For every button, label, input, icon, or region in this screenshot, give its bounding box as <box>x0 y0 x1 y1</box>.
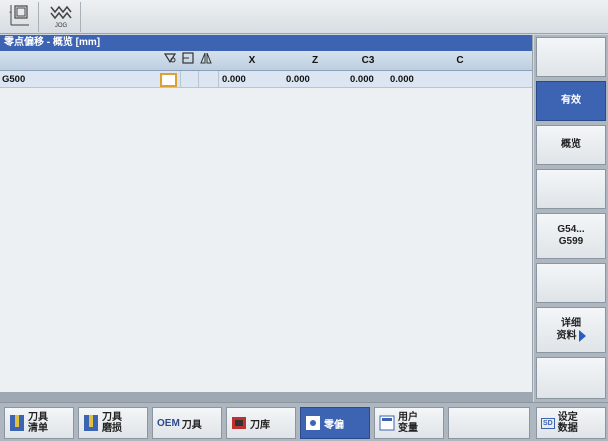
softkey-tool-list[interactable]: 刀具 清单 <box>4 407 74 439</box>
softkey-g54-label: G54... <box>557 224 585 235</box>
softkey-user-variables[interactable]: 用户 变量 <box>374 407 444 439</box>
table-header: X Z C3 C <box>0 51 532 71</box>
softkey-active[interactable]: 有效 <box>536 81 606 121</box>
table-row[interactable]: G500 0.000 0.000 0.000 0.000 <box>0 71 532 88</box>
right-softkey-bar: 有效 概览 G54... G599 详细 资料 <box>534 35 608 402</box>
work-offset-label: 零偏 <box>324 419 344 431</box>
softkey-tool-wear[interactable]: 刀具 磨损 <box>78 407 148 439</box>
softkey-setting-data[interactable]: SD 设定 数据 <box>536 407 606 439</box>
softkey-r1[interactable] <box>536 37 606 77</box>
coarse-offset-icon <box>180 51 196 71</box>
page-title: 零点偏移 - 概览 [mm] <box>0 35 532 51</box>
user-variables-line2: 变量 <box>398 423 418 434</box>
setting-data-line2: 数据 <box>557 423 578 434</box>
tool-list-line1: 刀具 <box>28 412 48 423</box>
softkey-oem-tool[interactable]: OEM 刀具 <box>152 407 222 439</box>
user-variables-line1: 用户 <box>398 412 418 423</box>
tool-wear-line1: 刀具 <box>102 412 122 423</box>
softkey-details-line2: 资料 <box>557 329 586 343</box>
col-z: Z <box>311 55 319 66</box>
softkey-r8[interactable] <box>536 357 606 399</box>
machine-axis-icon[interactable]: ⌄ <box>6 3 32 31</box>
magazine-label: 刀库 <box>250 419 270 431</box>
softkey-work-offset[interactable]: 零偏 <box>300 407 370 439</box>
svg-text:⌄: ⌄ <box>8 9 13 15</box>
tool-wear-icon <box>84 415 98 431</box>
softkey-details[interactable]: 详细 资料 <box>536 307 606 353</box>
chevron-right-icon <box>578 329 586 342</box>
jog-label: JOG <box>54 23 68 29</box>
softkey-g54-g599[interactable]: G54... G599 <box>536 213 606 259</box>
selected-cell[interactable] <box>160 73 177 87</box>
main-panel: 零点偏移 - 概览 [mm] X Z C3 C G500 0.000 0.000 <box>0 35 533 402</box>
mirror-icon <box>198 51 214 71</box>
softkey-active-label: 有效 <box>561 95 581 106</box>
oem-tool-label: 刀具 <box>181 419 202 431</box>
tool-offset-icon <box>162 51 178 71</box>
sd-prefix: SD <box>541 417 555 429</box>
jog-mode-icon[interactable]: JOG <box>48 3 74 31</box>
user-variables-icon <box>379 415 395 431</box>
softkey-bottom-7[interactable] <box>448 407 530 439</box>
softkey-magazine[interactable]: 刀库 <box>226 407 296 439</box>
col-x: X <box>248 55 256 66</box>
softkey-r6[interactable] <box>536 263 606 303</box>
col-c: C <box>456 55 464 66</box>
tool-wear-line2: 磨损 <box>102 423 122 434</box>
bottom-softkey-bar: 刀具 清单 刀具 磨损 OEM 刀具 刀库 零偏 用户 变量 SD 设定 数据 <box>0 402 608 441</box>
row-x-value[interactable]: 0.000 <box>222 71 246 88</box>
softkey-details-line1: 详细 <box>561 317 581 329</box>
horizontal-scrollbar[interactable] <box>0 392 533 402</box>
softkey-g599-label: G599 <box>558 236 584 247</box>
window: ⌄ JOG 零点偏移 - 概览 [mm] X Z C3 C G500 0.000… <box>0 0 608 441</box>
work-offset-icon <box>306 416 320 430</box>
magazine-icon <box>232 417 246 429</box>
softkey-overview-label: 概览 <box>561 139 581 150</box>
row-name: G500 <box>2 74 26 85</box>
row-c3-value[interactable]: 0.000 <box>350 71 374 88</box>
row-z-value[interactable]: 0.000 <box>286 71 310 88</box>
softkey-overview[interactable]: 概览 <box>536 125 606 165</box>
tool-list-icon <box>10 415 24 431</box>
softkey-r4[interactable] <box>536 169 606 209</box>
col-c3: C3 <box>361 55 375 66</box>
setting-data-line1: 设定 <box>557 412 578 423</box>
tool-list-line2: 清单 <box>28 423 48 434</box>
row-c-value[interactable]: 0.000 <box>390 71 414 88</box>
top-toolbar: ⌄ JOG <box>0 0 608 34</box>
oem-prefix: OEM <box>157 417 180 429</box>
